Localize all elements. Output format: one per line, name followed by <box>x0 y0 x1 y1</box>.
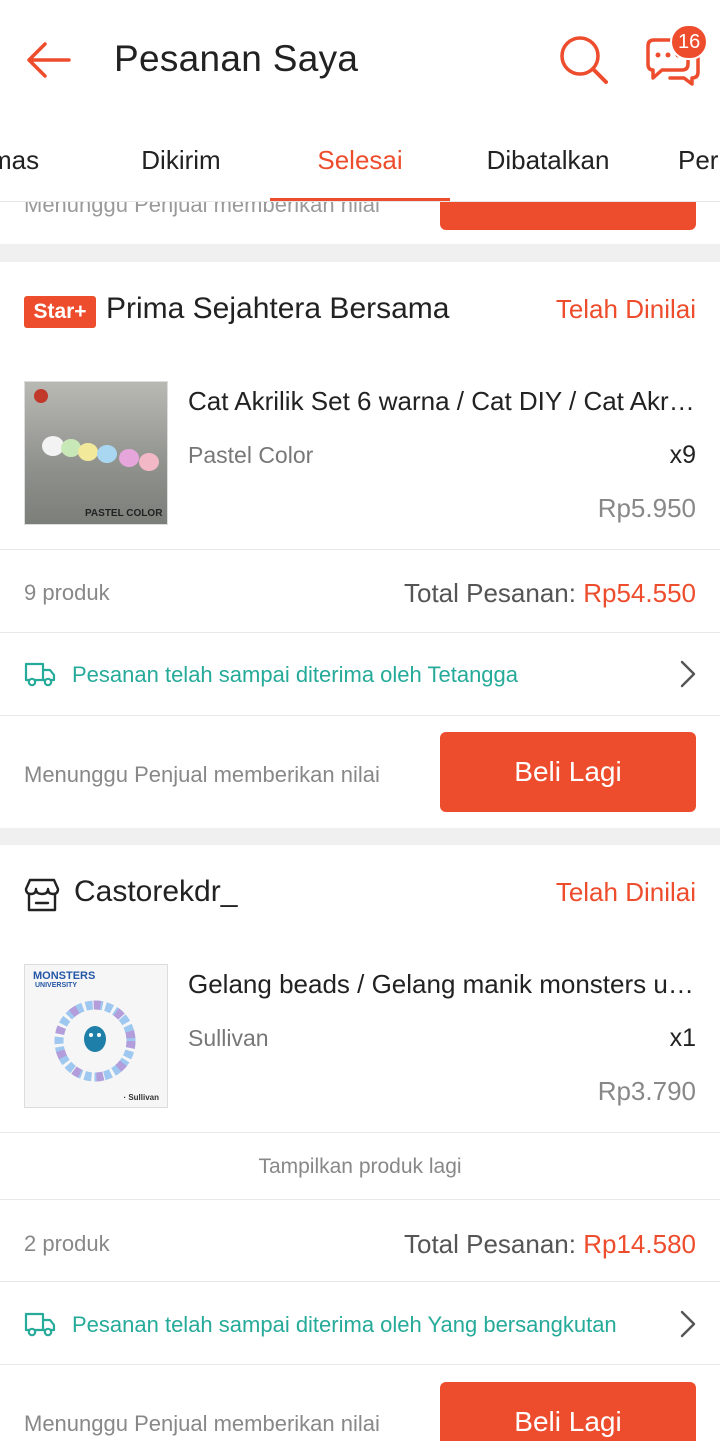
rating-wait-text: Menunggu Penjual memberikan nilai <box>24 762 380 787</box>
delivery-truck-icon <box>24 662 56 687</box>
order-total: Total Pesanan: Rp14.580 <box>404 1229 696 1260</box>
shop-name: Castorekdr_ <box>74 875 238 908</box>
shop-name: Prima Sejahtera Bersama <box>106 292 450 325</box>
product-quantity: x9 <box>669 441 696 469</box>
divider <box>0 549 720 550</box>
thumb-caption: Pastel Color <box>85 508 163 519</box>
shop-row[interactable]: Star+ Prima Sejahtera Bersama Telah Dini… <box>0 262 720 362</box>
store-icon <box>24 878 60 912</box>
star-plus-badge: Star+ <box>24 296 96 328</box>
partial-wait-text: Menunggu Penjual memberikan nilai <box>24 202 380 217</box>
order-card-partial: Menunggu Penjual memberikan nilai <box>0 202 720 244</box>
product-variant: Pastel Color <box>188 442 314 468</box>
paint-pots-image <box>34 389 159 471</box>
tab-pengembalian[interactable]: Per <box>678 118 720 201</box>
page-title: Pesanan Saya <box>114 38 359 79</box>
delivery-truck-icon <box>24 1312 56 1337</box>
product-price: Rp5.950 <box>597 493 696 523</box>
total-value: Rp54.550 <box>583 578 696 608</box>
product-count: 2 produk <box>24 1231 110 1256</box>
product-thumbnail: MONSTERS UNIVERSITY · Sullivan <box>24 964 168 1108</box>
tab-dikemas[interactable]: mas <box>0 118 70 201</box>
product-count: 9 produk <box>24 580 110 605</box>
divider <box>0 632 720 633</box>
divider <box>0 1364 720 1365</box>
bracelet-image <box>54 1000 136 1082</box>
divider <box>0 1199 720 1200</box>
total-value: Rp14.580 <box>583 1229 696 1259</box>
shop-row[interactable]: Castorekdr_ Telah Dinilai <box>0 845 720 945</box>
shipping-status-text: Pesanan telah sampai diterima oleh Yang … <box>72 1312 617 1337</box>
product-thumbnail: Pastel Color <box>24 381 168 525</box>
product-price: Rp3.790 <box>597 1076 696 1106</box>
product-name: Cat Akrilik Set 6 warna / Cat DIY / Cat … <box>188 386 696 416</box>
divider <box>0 1281 720 1282</box>
back-button[interactable] <box>22 36 74 84</box>
product-quantity: x1 <box>669 1024 696 1052</box>
app-header: Pesanan Saya 16 <box>0 0 720 118</box>
chevron-right-icon <box>680 660 696 688</box>
order-status-tabs: mas Dikirim Selesai Dibatalkan Per <box>0 118 720 202</box>
shipping-status-text: Pesanan telah sampai diterima oleh Tetan… <box>72 662 519 687</box>
tab-dikirim[interactable]: Dikirim <box>92 118 270 201</box>
rating-wait-text: Menunggu Penjual memberikan nilai <box>24 1411 380 1436</box>
thumb-caption: · Sullivan <box>123 1093 159 1102</box>
divider <box>0 1132 720 1133</box>
search-icon <box>560 36 608 84</box>
divider <box>0 715 720 716</box>
product-variant: Sullivan <box>188 1025 269 1051</box>
tab-selesai[interactable]: Selesai <box>270 118 450 201</box>
chevron-right-icon <box>680 1310 696 1338</box>
tab-dibatalkan[interactable]: Dibatalkan <box>460 118 636 201</box>
chat-unread-badge: 16 <box>670 24 709 60</box>
order-card: Star+ Prima Sejahtera Bersama Telah Dini… <box>0 262 720 828</box>
order-total: Total Pesanan: Rp54.550 <box>404 578 696 609</box>
order-status: Telah Dinilai <box>555 877 696 907</box>
total-label: Total Pesanan: <box>403 1229 576 1259</box>
partial-buy-again-button[interactable] <box>440 202 696 230</box>
total-label: Total Pesanan: <box>403 578 576 608</box>
buy-again-button[interactable]: Beli Lagi <box>440 1382 696 1441</box>
product-name: Gelang beads / Gelang manik monsters uni… <box>188 969 696 999</box>
order-card: Castorekdr_ Telah Dinilai MONSTERS UNIVE… <box>0 845 720 1441</box>
arrow-left-icon <box>27 42 71 78</box>
buy-again-button[interactable]: Beli Lagi <box>440 732 696 812</box>
show-more-products-button[interactable]: Tampilkan produk lagi <box>0 1155 720 1179</box>
order-status: Telah Dinilai <box>555 294 696 324</box>
search-button[interactable] <box>556 32 612 88</box>
